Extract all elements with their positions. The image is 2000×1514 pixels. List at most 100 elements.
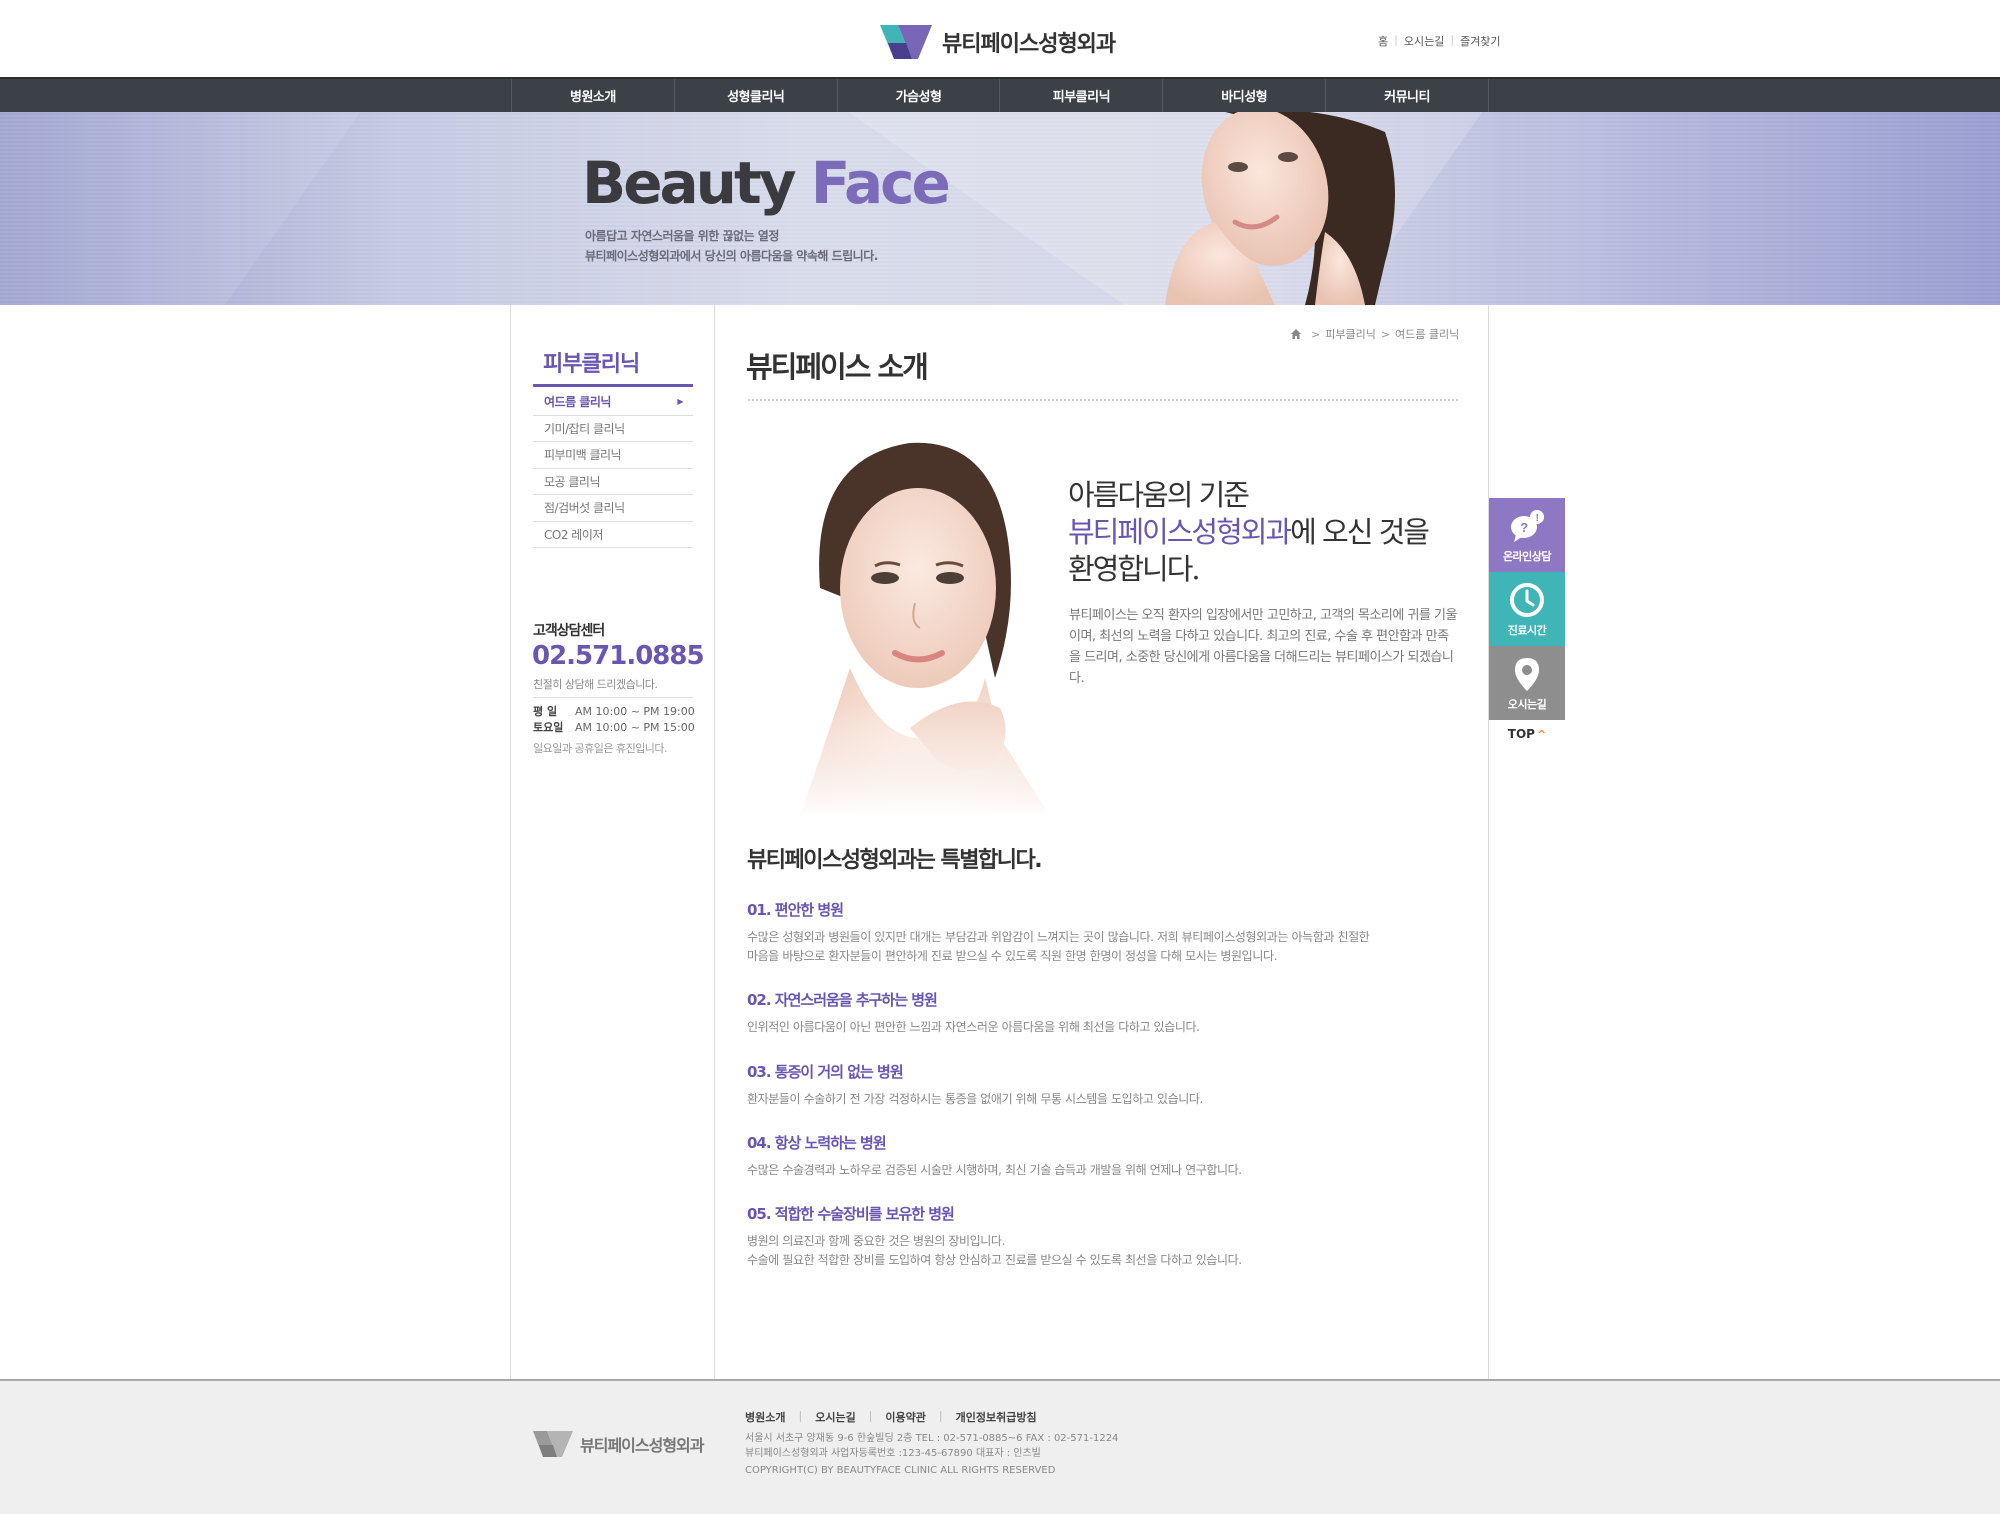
util-bookmark-link[interactable]: 즐겨찾기 bbox=[1460, 33, 1500, 49]
sidebar-menu: 여드름 클리닉 ▶ 기미/잡티 클리닉 피부미백 클리닉 모공 클리닉 점/검버… bbox=[533, 389, 693, 548]
map-pin-icon bbox=[1515, 657, 1539, 691]
section-title: 뷰티페이스성형외과는 특별합니다. bbox=[747, 848, 1043, 873]
footer-address: 서울시 서초구 양재동 9-6 한숲빌딩 2층 TEL : 02-571-088… bbox=[745, 1433, 1119, 1444]
customer-center-phone: 02.571.0885 bbox=[532, 641, 705, 671]
banner-light-ray bbox=[0, 112, 468, 305]
model-portrait-image bbox=[760, 438, 1050, 816]
footer-logo: 뷰티페이스성형외과 bbox=[531, 1429, 704, 1459]
holiday-note: 일요일과 공휴일은 휴진입니다. bbox=[533, 742, 668, 755]
logo-icon bbox=[880, 25, 932, 59]
scroll-top-button[interactable]: TOP ^ bbox=[1489, 724, 1565, 744]
site-footer: 뷰티페이스성형외과 병원소개 | 오시는길 | 이용약관 | 개인정보취급방침 … bbox=[0, 1379, 2000, 1514]
nav-body-surgery[interactable]: 바디성형 bbox=[1163, 79, 1327, 112]
feature-title: 04. 항상 노력하는 병원 bbox=[747, 1134, 887, 1152]
sidebar-item-acne-clinic[interactable]: 여드름 클리닉 ▶ bbox=[533, 389, 693, 416]
quick-directions-button[interactable]: 오시는길 bbox=[1489, 646, 1565, 720]
sidebar-item-co2-laser[interactable]: CO2 레이저 bbox=[533, 522, 693, 548]
util-directions-link[interactable]: 오시는길 bbox=[1404, 33, 1444, 49]
welcome-headline: 아름다움의 기준 뷰티페이스성형외과에 오신 것을 환영합니다. bbox=[1068, 478, 1430, 586]
nav-hospital-intro[interactable]: 병원소개 bbox=[512, 79, 675, 112]
feature-description: 수많은 성형외과 병원들이 있지만 대개는 부담감과 위압감이 느껴지는 곳이 … bbox=[747, 930, 1370, 963]
saturday-hours: AM 10:00 ~ PM 15:00 bbox=[575, 721, 695, 734]
customer-center-divider bbox=[533, 697, 693, 698]
quick-online-consult-button[interactable]: ? ! 온라인상담 bbox=[1489, 498, 1565, 572]
feature-title: 02. 자연스러움을 추구하는 병원 bbox=[747, 991, 938, 1009]
footer-logo-text: 뷰티페이스성형외과 bbox=[580, 1436, 704, 1455]
sidebar-item-pore-clinic[interactable]: 모공 클리닉 bbox=[533, 469, 693, 495]
clock-icon bbox=[1510, 582, 1544, 617]
feature-title: 01. 편안한 병원 bbox=[747, 901, 844, 919]
footer-links: 병원소개 | 오시는길 | 이용약관 | 개인정보취급방침 bbox=[745, 1409, 1037, 1425]
footer-link-intro[interactable]: 병원소개 bbox=[745, 1409, 785, 1425]
banner-model-image bbox=[1165, 112, 1395, 305]
feature-description: 수많은 수술경력과 노하우로 검증된 시술만 시행하며, 최신 기술 습득과 개… bbox=[747, 1163, 1242, 1177]
feature-item: 01. 편안한 병원 수많은 성형외과 병원들이 있지만 대개는 부담감과 위압… bbox=[747, 899, 1370, 966]
feature-item: 05. 적합한 수술장비를 보유한 병원 병원의 의료진과 함께 중요한 것은 … bbox=[747, 1203, 1242, 1270]
footer-business-info: 뷰티페이스성형외과 사업자등록번호 :123-45-67890 대표자 : 인츠… bbox=[745, 1448, 1041, 1459]
chevron-up-icon: ^ bbox=[1536, 727, 1547, 741]
footer-copyright: COPYRIGHT(C) BY BEAUTYFACE CLINIC ALL RI… bbox=[745, 1465, 1056, 1476]
logo-text: 뷰티페이스성형외과 bbox=[942, 32, 1116, 57]
banner-subtitle: 아름답고 자연스러움을 위한 끊없는 열정 뷰티페이스성형외과에서 당신의 아름… bbox=[585, 229, 878, 263]
site-logo[interactable]: 뷰티페이스성형외과 bbox=[878, 22, 1116, 62]
banner-title: Beauty Face bbox=[582, 149, 951, 217]
footer-link-directions[interactable]: 오시는길 bbox=[815, 1409, 855, 1425]
svg-text:?: ? bbox=[1520, 520, 1528, 535]
sidebar-item-blemish-clinic[interactable]: 기미/잡티 클리닉 bbox=[533, 416, 693, 442]
nav-skin-clinic[interactable]: 피부클리닉 bbox=[1000, 79, 1164, 112]
nav-breast-surgery[interactable]: 가슴성형 bbox=[838, 79, 1001, 112]
nav-plastic-clinic[interactable]: 성형클리닉 bbox=[675, 79, 838, 112]
weekday-label: 평 일 bbox=[533, 705, 558, 718]
feature-item: 03. 통증이 거의 없는 병원 환자분들이 수술하기 전 가장 걱정하시는 통… bbox=[747, 1061, 1203, 1109]
layout-divider bbox=[510, 305, 511, 1380]
caret-right-icon: ▶ bbox=[677, 397, 683, 407]
breadcrumb-separator: > bbox=[1311, 327, 1321, 341]
sidebar-title: 피부클리닉 bbox=[543, 352, 640, 377]
home-icon[interactable] bbox=[1290, 328, 1302, 340]
breadcrumb: > 피부클리닉 > 여드름 클리닉 bbox=[1290, 326, 1459, 342]
breadcrumb-separator: > bbox=[1380, 327, 1391, 341]
customer-center-title: 고객상담센터 bbox=[533, 623, 605, 639]
feature-title: 05. 적합한 수술장비를 보유한 병원 bbox=[747, 1205, 955, 1223]
svg-text:!: ! bbox=[1536, 513, 1539, 524]
sidebar-title-underline bbox=[533, 384, 693, 387]
footer-link-separator: | bbox=[868, 1409, 873, 1422]
welcome-highlight: 뷰티페이스성형외과 bbox=[1068, 515, 1292, 549]
saturday-label: 토요일 bbox=[533, 721, 564, 734]
title-divider bbox=[748, 399, 1458, 401]
footer-company-info: 서울시 서초구 양재동 9-6 한숲빌딩 2층 TEL : 02-571-088… bbox=[745, 1431, 1118, 1461]
hero-banner: Beauty Face 아름답고 자연스러움을 위한 끊없는 열정 뷰티페이스성… bbox=[0, 112, 2000, 305]
footer-link-separator: | bbox=[798, 1409, 803, 1422]
breadcrumb-item[interactable]: 여드름 클리닉 bbox=[1395, 326, 1459, 342]
footer-link-separator: | bbox=[938, 1409, 943, 1422]
customer-center-note: 친절히 상담해 드리겠습니다. bbox=[533, 678, 658, 691]
quick-office-hours-button[interactable]: 진료시간 bbox=[1489, 572, 1565, 646]
feature-item: 04. 항상 노력하는 병원 수많은 수술경력과 노하우로 검증된 시술만 시행… bbox=[747, 1132, 1242, 1180]
util-separator: | bbox=[1450, 33, 1455, 46]
util-separator: | bbox=[1394, 33, 1398, 46]
sidebar-item-mole-clinic[interactable]: 점/검버섯 클리닉 bbox=[533, 495, 693, 522]
feature-title: 03. 통증이 거의 없는 병원 bbox=[747, 1063, 904, 1081]
feature-description: 병원의 의료진과 함께 중요한 것은 병원의 장비입니다. 수술에 필요한 적합… bbox=[747, 1234, 1242, 1267]
nav-community[interactable]: 커뮤니티 bbox=[1326, 79, 1489, 112]
layout-divider bbox=[1488, 305, 1489, 1380]
feature-description: 환자분들이 수술하기 전 가장 걱정하시는 통증을 없애기 위해 무통 시스템을… bbox=[747, 1092, 1203, 1106]
footer-link-terms[interactable]: 이용약관 bbox=[885, 1409, 925, 1425]
chat-bubble-icon: ? ! bbox=[1511, 509, 1544, 542]
site-header: 뷰티페이스성형외과 홈 | 오시는길 | 즐겨찾기 bbox=[0, 0, 2000, 77]
sidebar-item-whitening-clinic[interactable]: 피부미백 클리닉 bbox=[533, 442, 693, 469]
weekday-hours: AM 10:00 ~ PM 19:00 bbox=[575, 705, 695, 718]
page-title: 뷰티페이스 소개 bbox=[746, 350, 929, 384]
office-hours: 평 일 AM 10:00 ~ PM 19:00 토요일 AM 10:00 ~ PM … bbox=[533, 704, 695, 736]
util-home-link[interactable]: 홈 bbox=[1378, 33, 1388, 49]
main-navigation: 병원소개 성형클리닉 가슴성형 피부클리닉 바디성형 커뮤니티 bbox=[0, 77, 2000, 112]
main-navigation-menu: 병원소개 성형클리닉 가슴성형 피부클리닉 바디성형 커뮤니티 bbox=[511, 79, 1489, 112]
footer-link-privacy[interactable]: 개인정보취급방침 bbox=[956, 1409, 1037, 1425]
feature-description: 인위적인 아름다움이 아닌 편안한 느낌과 자연스러운 아름다움을 위해 최선을… bbox=[747, 1020, 1200, 1034]
breadcrumb-item[interactable]: 피부클리닉 bbox=[1325, 326, 1376, 342]
layout-divider bbox=[714, 305, 715, 1380]
welcome-description: 뷰티페이스는 오직 환자의 입장에서만 고민하고, 고객의 목소리에 귀를 기울… bbox=[1069, 608, 1457, 686]
quick-menu: ? ! 온라인상담 진료시간 오시는길 TOP ^ bbox=[1489, 498, 1565, 744]
utility-links: 홈 | 오시는길 | 즐겨찾기 bbox=[1378, 33, 1501, 49]
footer-logo-icon bbox=[533, 1431, 573, 1457]
